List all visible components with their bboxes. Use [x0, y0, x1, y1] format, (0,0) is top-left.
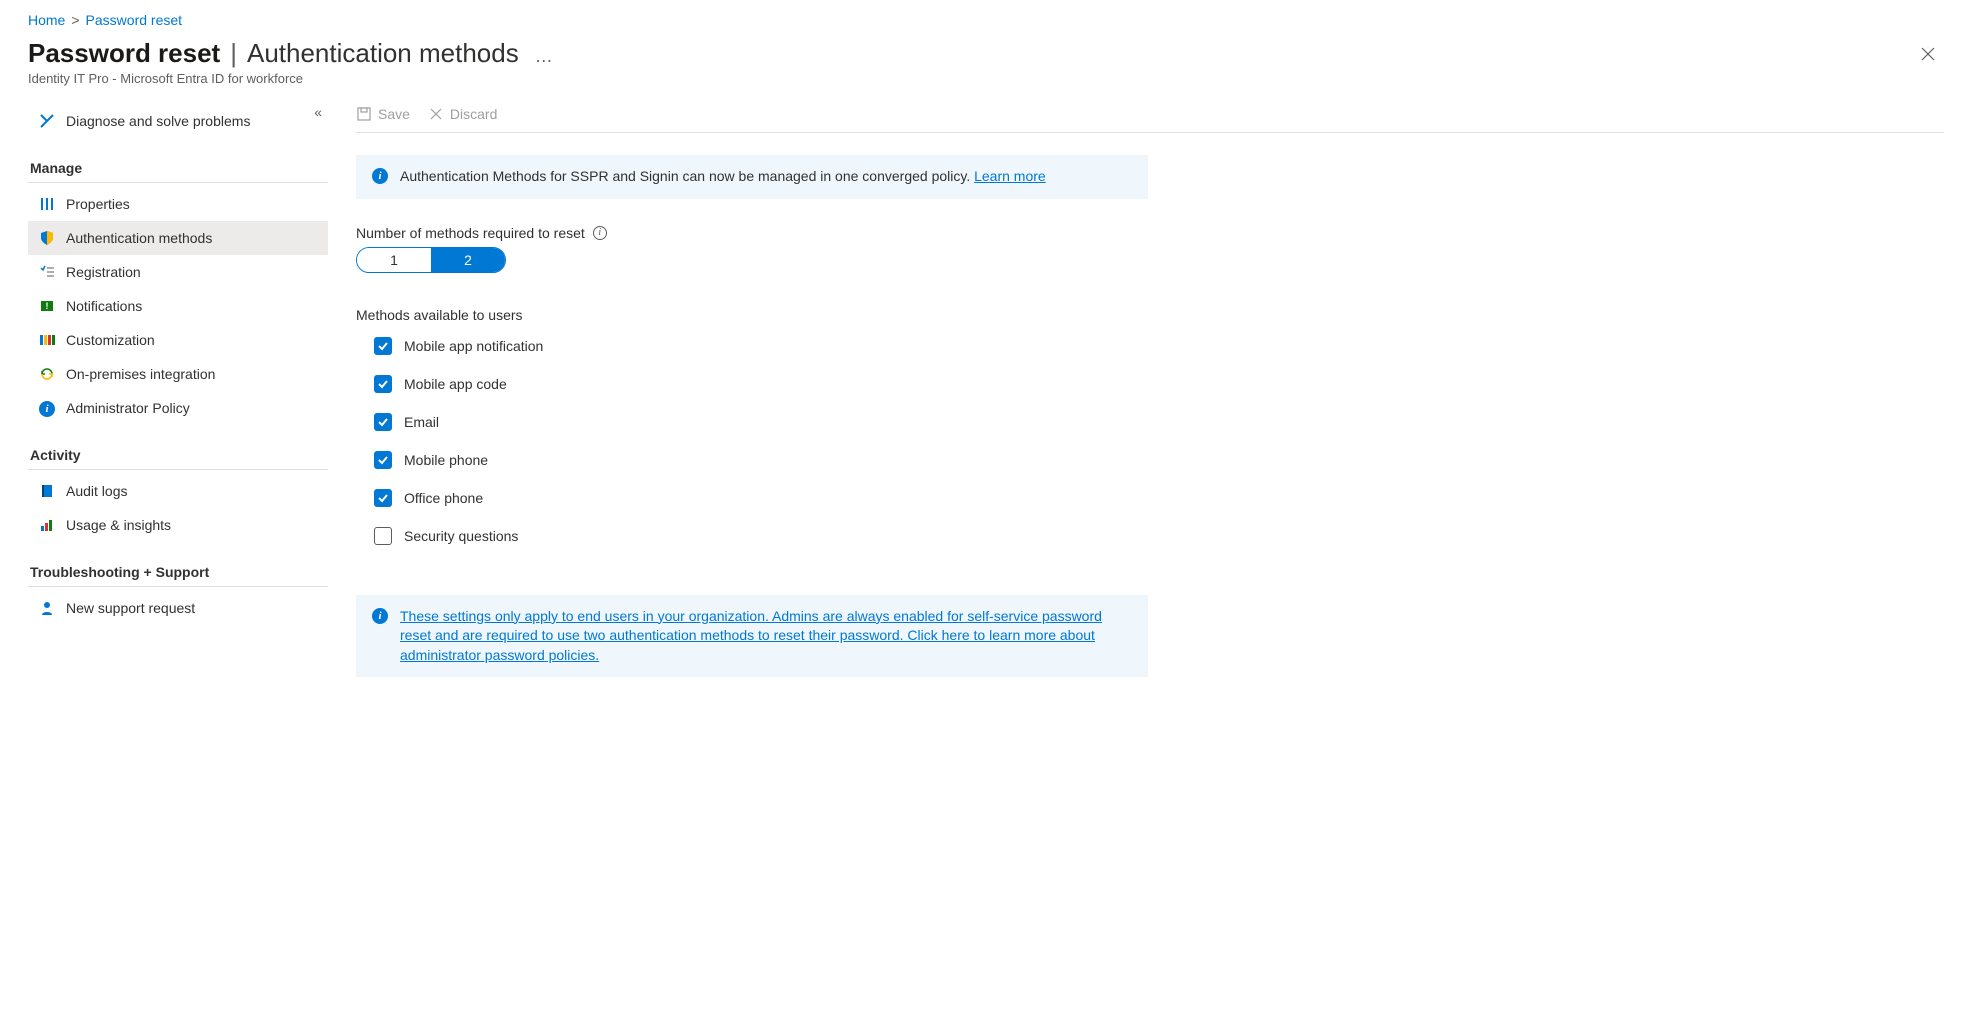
checkbox-security-questions[interactable] — [374, 527, 392, 545]
method-label: Email — [404, 414, 439, 430]
discard-icon — [428, 106, 444, 122]
sidebar-item-label: Notifications — [66, 298, 142, 314]
num-methods-toggle: 1 2 — [356, 247, 506, 273]
info-icon: i — [372, 608, 388, 624]
methods-list: Mobile app notification Mobile app code … — [356, 337, 1944, 545]
sidebar-item-new-support[interactable]: New support request — [28, 591, 328, 625]
num-methods-field: Number of methods required to reset i 1 … — [356, 225, 1944, 273]
collapse-sidebar-icon[interactable]: « — [314, 104, 322, 120]
method-office-phone: Office phone — [374, 489, 1944, 507]
breadcrumb-current[interactable]: Password reset — [86, 12, 182, 28]
sidebar-group-activity: Activity — [28, 443, 328, 470]
checkbox-mobile-phone[interactable] — [374, 451, 392, 469]
save-button[interactable]: Save — [356, 106, 410, 122]
breadcrumb: Home > Password reset — [28, 8, 1944, 38]
sidebar-item-label: Registration — [66, 264, 141, 280]
methods-available-label: Methods available to users — [356, 307, 1944, 323]
svg-text:!: ! — [46, 301, 49, 311]
checkbox-office-phone[interactable] — [374, 489, 392, 507]
sidebar-item-label: Audit logs — [66, 483, 127, 499]
palette-icon — [38, 331, 56, 349]
more-actions-icon[interactable]: … — [529, 46, 559, 67]
sidebar-item-properties[interactable]: Properties — [28, 187, 328, 221]
method-label: Security questions — [404, 528, 518, 544]
method-app-notification: Mobile app notification — [374, 337, 1944, 355]
tenant-subtitle: Identity IT Pro - Microsoft Entra ID for… — [28, 71, 559, 86]
sidebar-item-onprem[interactable]: On-premises integration — [28, 357, 328, 391]
sidebar-group-manage: Manage — [28, 156, 328, 183]
sidebar-item-customization[interactable]: Customization — [28, 323, 328, 357]
close-icon[interactable] — [1912, 38, 1944, 73]
checkbox-email[interactable] — [374, 413, 392, 431]
sliders-icon — [38, 195, 56, 213]
method-mobile-phone: Mobile phone — [374, 451, 1944, 469]
sync-icon — [38, 365, 56, 383]
sidebar-item-label: Diagnose and solve problems — [66, 113, 250, 129]
main-content: Save Discard i Authentication Methods fo… — [328, 104, 1944, 677]
breadcrumb-home[interactable]: Home — [28, 12, 65, 28]
sidebar-group-support: Troubleshooting + Support — [28, 560, 328, 587]
learn-more-link[interactable]: Learn more — [974, 168, 1046, 184]
method-label: Mobile app code — [404, 376, 507, 392]
sidebar-item-usage[interactable]: Usage & insights — [28, 508, 328, 542]
sidebar-item-label: Usage & insights — [66, 517, 171, 533]
sidebar: « Diagnose and solve problems Manage Pro… — [28, 104, 328, 677]
tooltip-icon[interactable]: i — [593, 226, 607, 240]
book-icon — [38, 482, 56, 500]
method-security-questions: Security questions — [374, 527, 1944, 545]
discard-button[interactable]: Discard — [428, 106, 497, 122]
title-secondary: Authentication methods — [247, 38, 519, 69]
sidebar-item-label: Administrator Policy — [66, 400, 190, 416]
title-primary: Password reset — [28, 38, 220, 69]
sidebar-item-label: On-premises integration — [66, 366, 215, 382]
command-bar: Save Discard — [356, 104, 1944, 133]
checkbox-app-code[interactable] — [374, 375, 392, 393]
title-separator: | — [230, 38, 237, 69]
checkbox-app-notification[interactable] — [374, 337, 392, 355]
num-methods-option-1[interactable]: 1 — [357, 248, 431, 272]
method-label: Mobile phone — [404, 452, 488, 468]
num-methods-option-2[interactable]: 2 — [431, 248, 505, 272]
checklist-icon — [38, 263, 56, 281]
save-icon — [356, 106, 372, 122]
alert-icon: ! — [38, 297, 56, 315]
discard-button-label: Discard — [450, 106, 497, 122]
admin-policy-link[interactable]: These settings only apply to end users i… — [400, 608, 1102, 663]
sidebar-item-label: New support request — [66, 600, 195, 616]
sidebar-item-label: Authentication methods — [66, 230, 212, 246]
sidebar-item-auth-methods[interactable]: Authentication methods — [28, 221, 328, 255]
info-banner-admin-note: i These settings only apply to end users… — [356, 595, 1148, 678]
sidebar-item-label: Customization — [66, 332, 155, 348]
sidebar-item-notifications[interactable]: ! Notifications — [28, 289, 328, 323]
method-email: Email — [374, 413, 1944, 431]
num-methods-label: Number of methods required to reset — [356, 225, 585, 241]
sidebar-item-label: Properties — [66, 196, 130, 212]
chevron-right-icon: > — [71, 12, 79, 28]
shield-icon — [38, 229, 56, 247]
wrench-icon — [38, 112, 56, 130]
info-icon: i — [38, 399, 56, 417]
page-title: Password reset | Authentication methods … — [28, 38, 559, 69]
person-support-icon — [38, 599, 56, 617]
info-banner-text: Authentication Methods for SSPR and Sign… — [400, 168, 974, 184]
method-label: Mobile app notification — [404, 338, 543, 354]
info-icon: i — [372, 168, 388, 184]
sidebar-item-registration[interactable]: Registration — [28, 255, 328, 289]
method-app-code: Mobile app code — [374, 375, 1944, 393]
sidebar-item-diagnose[interactable]: Diagnose and solve problems — [28, 104, 328, 138]
info-banner-converged: i Authentication Methods for SSPR and Si… — [356, 155, 1148, 199]
method-label: Office phone — [404, 490, 483, 506]
sidebar-item-admin-policy[interactable]: i Administrator Policy — [28, 391, 328, 425]
chart-icon — [38, 516, 56, 534]
save-button-label: Save — [378, 106, 410, 122]
sidebar-item-audit-logs[interactable]: Audit logs — [28, 474, 328, 508]
